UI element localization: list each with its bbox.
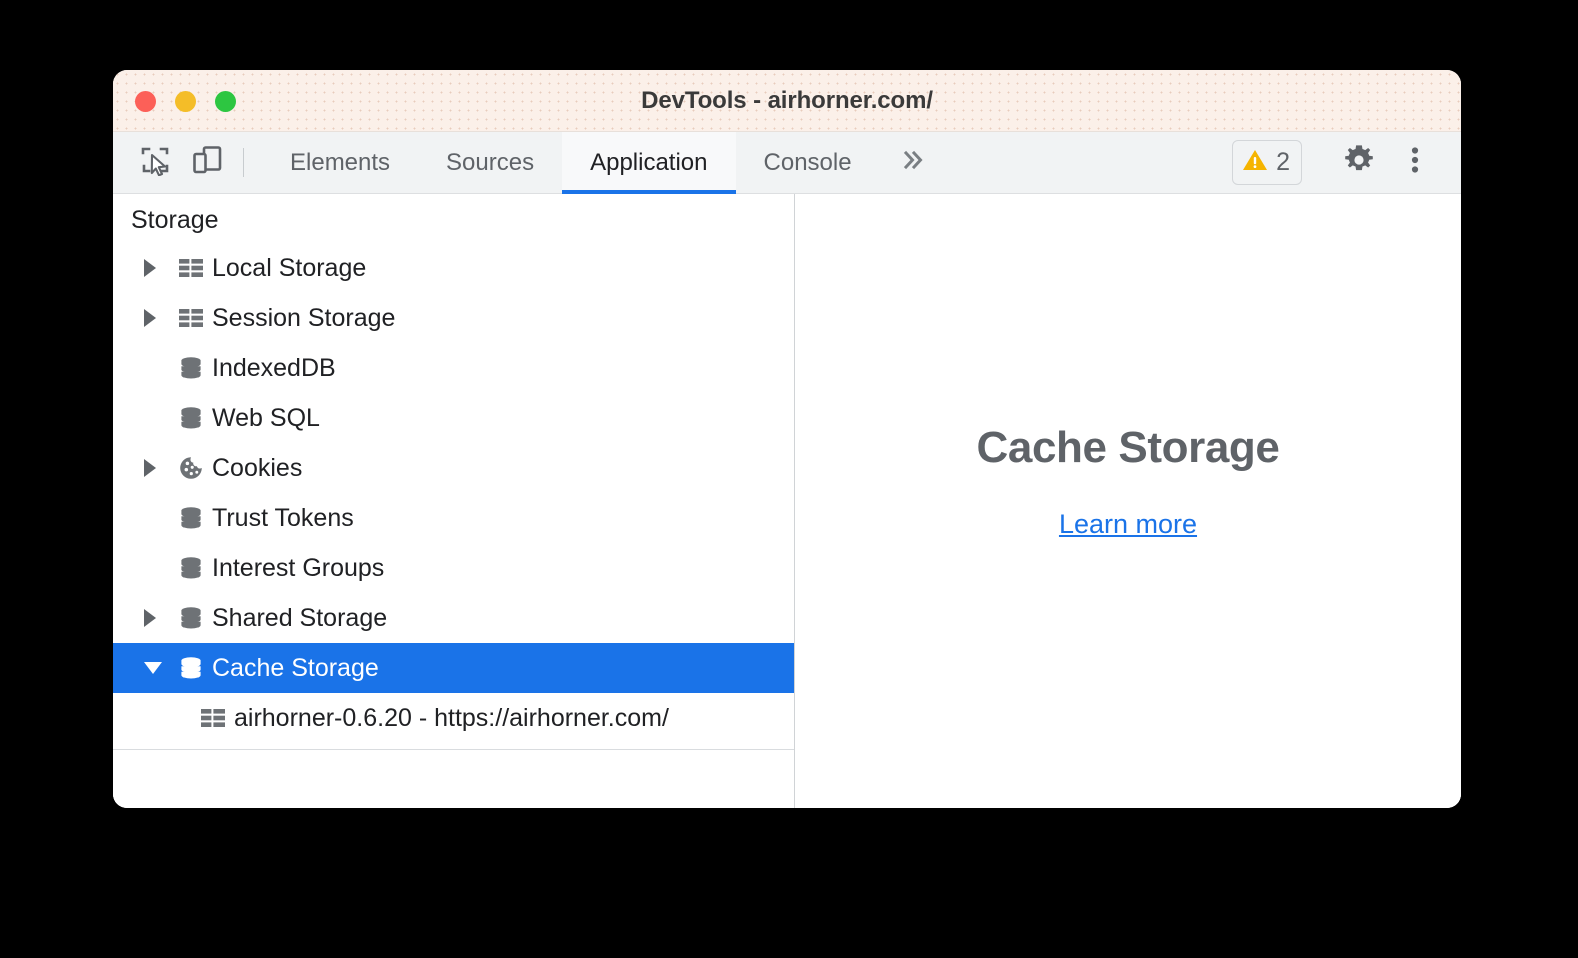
toolbar-right-group: 2 xyxy=(1232,132,1461,193)
warning-triangle-icon xyxy=(1241,146,1269,179)
sidebar-item-label: airhorner-0.6.20 - https://airhorner.com… xyxy=(234,703,669,732)
storage-section-title: Storage xyxy=(131,206,219,234)
sidebar-item-label: Local Storage xyxy=(212,253,367,282)
sidebar-item-indexeddb[interactable]: IndexedDB xyxy=(113,343,794,393)
expand-arrow-icon[interactable] xyxy=(144,309,174,327)
cookie-icon xyxy=(174,454,208,482)
sidebar-item-local-storage[interactable]: Local Storage xyxy=(113,243,794,293)
warning-badge[interactable]: 2 xyxy=(1232,140,1302,185)
chevron-double-right-icon xyxy=(898,145,928,180)
database-icon xyxy=(174,654,208,682)
sidebar-item-label: Cache Storage xyxy=(212,653,379,682)
more-vertical-icon xyxy=(1401,145,1429,180)
table-grid-icon xyxy=(174,304,208,332)
sidebar-item-label: Shared Storage xyxy=(212,603,388,632)
sidebar-item-label: Web SQL xyxy=(212,403,320,432)
tree-bottom-divider xyxy=(113,749,794,750)
collapse-arrow-icon[interactable] xyxy=(144,662,174,674)
tab-console-label: Console xyxy=(763,148,852,176)
database-icon xyxy=(174,354,208,382)
tab-sources[interactable]: Sources xyxy=(418,132,562,193)
warning-count: 2 xyxy=(1276,148,1290,176)
sidebar-item-label: Cookies xyxy=(212,453,303,482)
settings-button[interactable] xyxy=(1331,135,1387,191)
panel-tabs: Elements Sources Application Console xyxy=(262,132,880,194)
database-icon xyxy=(174,554,208,582)
learn-more-link[interactable]: Learn more xyxy=(1059,509,1197,540)
cache-storage-empty-panel: Cache Storage Learn more xyxy=(795,194,1461,808)
application-sidebar: Storage Local Storage Session Storage In… xyxy=(113,194,795,808)
devtools-content: Storage Local Storage Session Storage In… xyxy=(113,194,1461,808)
database-icon xyxy=(174,604,208,632)
sidebar-item-cache-storage[interactable]: Cache Storage xyxy=(113,643,794,693)
device-toolbar-button[interactable] xyxy=(181,132,233,193)
table-grid-icon xyxy=(196,704,230,732)
sidebar-item-label: IndexedDB xyxy=(212,353,336,382)
toolbar-divider-left xyxy=(243,148,244,177)
window-titlebar: DevTools - airhorner.com/ xyxy=(113,70,1461,132)
tab-elements-label: Elements xyxy=(290,148,391,176)
devtools-toolbar: Elements Sources Application Console 2 xyxy=(113,132,1461,194)
device-toolbar-icon xyxy=(191,144,223,181)
sidebar-item-cache-bucket[interactable]: airhorner-0.6.20 - https://airhorner.com… xyxy=(113,693,794,743)
sidebar-item-web-sql[interactable]: Web SQL xyxy=(113,393,794,443)
gear-icon xyxy=(1341,142,1377,183)
sidebar-item-shared-storage[interactable]: Shared Storage xyxy=(113,593,794,643)
tab-elements[interactable]: Elements xyxy=(262,132,418,193)
tab-application[interactable]: Application xyxy=(562,132,736,194)
devtools-window: DevTools - airhorner.com/ Elements Sourc… xyxy=(113,70,1461,808)
sidebar-item-trust-tokens[interactable]: Trust Tokens xyxy=(113,493,794,543)
inspect-element-icon xyxy=(139,144,171,181)
expand-arrow-icon[interactable] xyxy=(144,259,174,277)
expand-arrow-icon[interactable] xyxy=(144,459,174,477)
sidebar-item-session-storage[interactable]: Session Storage xyxy=(113,293,794,343)
inspect-element-button[interactable] xyxy=(129,132,181,193)
database-icon xyxy=(174,504,208,532)
expand-arrow-icon[interactable] xyxy=(144,609,174,627)
database-icon xyxy=(174,404,208,432)
sidebar-item-interest-groups[interactable]: Interest Groups xyxy=(113,543,794,593)
sidebar-item-label: Trust Tokens xyxy=(212,503,354,532)
sidebar-item-label: Interest Groups xyxy=(212,553,385,582)
sidebar-item-cookies[interactable]: Cookies xyxy=(113,443,794,493)
more-options-button[interactable] xyxy=(1387,135,1443,191)
empty-state-title: Cache Storage xyxy=(976,422,1280,472)
window-title: DevTools - airhorner.com/ xyxy=(641,87,933,114)
more-tabs-button[interactable] xyxy=(880,132,946,193)
tab-console[interactable]: Console xyxy=(736,132,880,193)
tab-sources-label: Sources xyxy=(446,148,535,176)
sidebar-item-label: Session Storage xyxy=(212,303,396,332)
table-grid-icon xyxy=(174,254,208,282)
tab-application-label: Application xyxy=(590,148,708,176)
